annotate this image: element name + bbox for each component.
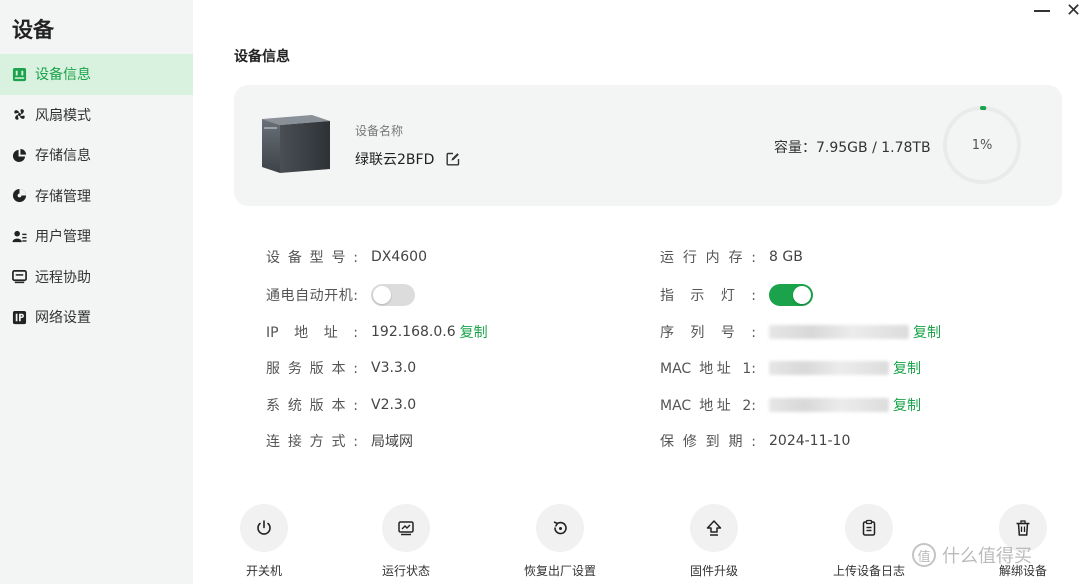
- info-serial-number: 序列号: 复制: [660, 322, 941, 342]
- sidebar-item-label: 远程协助: [35, 269, 91, 286]
- memory-value: 8 GB: [769, 249, 803, 265]
- minimize-button[interactable]: [1034, 10, 1050, 12]
- serial-number-label: 序列号:: [660, 325, 756, 341]
- sidebar-item-label: 存储信息: [35, 148, 91, 165]
- service-version-value: V3.3.0: [371, 360, 417, 376]
- auto-power-on-toggle[interactable]: [371, 284, 415, 306]
- connection-type-label: 连接方式:: [266, 434, 358, 450]
- indicator-light-toggle[interactable]: [769, 284, 813, 306]
- sidebar-nav: 设备信息 风扇模式 存储信息 存储管理 用户管理 远程协助 网络设置: [0, 54, 193, 338]
- service-version-label: 服务版本:: [266, 361, 358, 377]
- auto-power-on-label: 通电自动开机:: [266, 288, 358, 304]
- copy-mac-2-link[interactable]: 复制: [893, 395, 921, 415]
- clipboard-log-icon: [845, 504, 893, 552]
- upload-log-label: 上传设备日志: [832, 564, 905, 578]
- watermark-text: 什么值得买: [942, 546, 1032, 567]
- upload-log-button[interactable]: 上传设备日志: [819, 504, 919, 579]
- copy-ip-link[interactable]: 复制: [460, 322, 488, 342]
- sidebar-item-label: 用户管理: [35, 229, 91, 246]
- toggle-knob: [373, 286, 391, 304]
- info-device-model: 设备型号: DX4600: [266, 247, 427, 267]
- sidebar-item-device-info[interactable]: 设备信息: [0, 54, 193, 95]
- device-name-value: 绿联云2BFD: [355, 152, 435, 168]
- power-label: 开关机: [245, 564, 282, 578]
- sidebar: 设备 设备信息 风扇模式 存储信息 存储管理 用户管理 远程协助 网络设置: [0, 0, 193, 584]
- fan-icon: [12, 107, 27, 122]
- sidebar-item-user-manage[interactable]: 用户管理: [0, 216, 193, 257]
- info-warranty: 保修到期: 2024-11-10: [660, 431, 850, 451]
- sidebar-item-label: 设备信息: [35, 67, 91, 84]
- factory-reset-icon: [536, 504, 584, 552]
- ip-icon: [12, 310, 27, 325]
- indicator-light-label: 指示灯:: [660, 288, 756, 304]
- running-status-button[interactable]: 运行状态: [356, 504, 456, 579]
- storage-manage-icon: [12, 188, 27, 203]
- mac-1-redacted: [769, 361, 889, 375]
- device-info-icon: [12, 67, 27, 82]
- info-system-version: 系统版本: V2.3.0: [266, 395, 416, 415]
- close-button[interactable]: ✕: [1066, 0, 1080, 22]
- upgrade-icon: [690, 504, 738, 552]
- status-monitor-icon: [382, 504, 430, 552]
- running-status-label: 运行状态: [381, 564, 430, 578]
- info-indicator-light: 指示灯:: [660, 284, 813, 306]
- sidebar-item-label: 网络设置: [35, 310, 91, 327]
- info-auto-power-on: 通电自动开机:: [266, 284, 415, 306]
- toggle-knob: [793, 286, 811, 304]
- ip-address-value: 192.168.0.6: [371, 324, 456, 340]
- monitor-icon: [12, 269, 27, 284]
- system-version-value: V2.3.0: [371, 397, 417, 413]
- sidebar-item-storage-manage[interactable]: 存储管理: [0, 176, 193, 217]
- serial-number-redacted: [769, 325, 909, 339]
- edit-icon[interactable]: [446, 152, 460, 166]
- warranty-value: 2024-11-10: [769, 433, 851, 449]
- usage-percent: 1%: [971, 137, 993, 153]
- pie-chart-icon: [12, 148, 27, 163]
- info-ip-address: IP地址: 192.168.0.6 复制: [266, 322, 488, 342]
- sidebar-item-storage-info[interactable]: 存储信息: [0, 135, 193, 176]
- capacity-text: 容量：7.95GB / 1.78TB: [774, 140, 931, 156]
- memory-label: 运行内存:: [660, 250, 756, 266]
- mac-2-redacted: [769, 398, 889, 412]
- mac-2-label: MAC 地址 2:: [660, 398, 756, 414]
- device-model-value: DX4600: [371, 249, 427, 265]
- factory-reset-button[interactable]: 恢复出厂设置: [510, 504, 610, 579]
- copy-mac-1-link[interactable]: 复制: [893, 358, 921, 378]
- ip-address-label: IP地址:: [266, 325, 358, 341]
- sidebar-item-label: 存储管理: [35, 188, 91, 205]
- page-title: 设备信息: [234, 49, 290, 65]
- info-service-version: 服务版本: V3.3.0: [266, 358, 416, 378]
- device-name-label: 设备名称: [355, 124, 404, 138]
- power-button[interactable]: 开关机: [214, 504, 314, 579]
- nas-device-image: [262, 115, 330, 173]
- mac-1-label: MAC 地址 1:: [660, 361, 756, 377]
- sidebar-item-fan-mode[interactable]: 风扇模式: [0, 95, 193, 136]
- info-mac-1: MAC 地址 1: 复制: [660, 358, 921, 378]
- users-icon: [12, 229, 27, 244]
- firmware-upgrade-label: 固件升级: [689, 564, 738, 578]
- device-name: 绿联云2BFD: [355, 149, 460, 169]
- factory-reset-label: 恢复出厂设置: [523, 564, 596, 578]
- sidebar-title: 设备: [12, 18, 54, 42]
- sidebar-item-network-settings[interactable]: 网络设置: [0, 297, 193, 338]
- system-version-label: 系统版本:: [266, 398, 358, 414]
- connection-type-value: 局域网: [371, 434, 413, 450]
- firmware-upgrade-button[interactable]: 固件升级: [664, 504, 764, 579]
- sidebar-item-remote-assist[interactable]: 远程协助: [0, 257, 193, 298]
- info-connection-type: 连接方式: 局域网: [266, 431, 413, 451]
- watermark: 值 什么值得买: [912, 542, 1032, 568]
- info-memory: 运行内存: 8 GB: [660, 247, 803, 267]
- warranty-label: 保修到期:: [660, 434, 756, 450]
- device-model-label: 设备型号:: [266, 250, 358, 266]
- info-mac-2: MAC 地址 2: 复制: [660, 395, 921, 415]
- sidebar-item-label: 风扇模式: [35, 107, 91, 124]
- watermark-logo-icon: 值: [912, 543, 936, 567]
- copy-serial-link[interactable]: 复制: [913, 322, 941, 342]
- power-icon: [240, 504, 288, 552]
- device-card: 设备名称 绿联云2BFD 容量：7.95GB / 1.78TB 1%: [234, 85, 1062, 206]
